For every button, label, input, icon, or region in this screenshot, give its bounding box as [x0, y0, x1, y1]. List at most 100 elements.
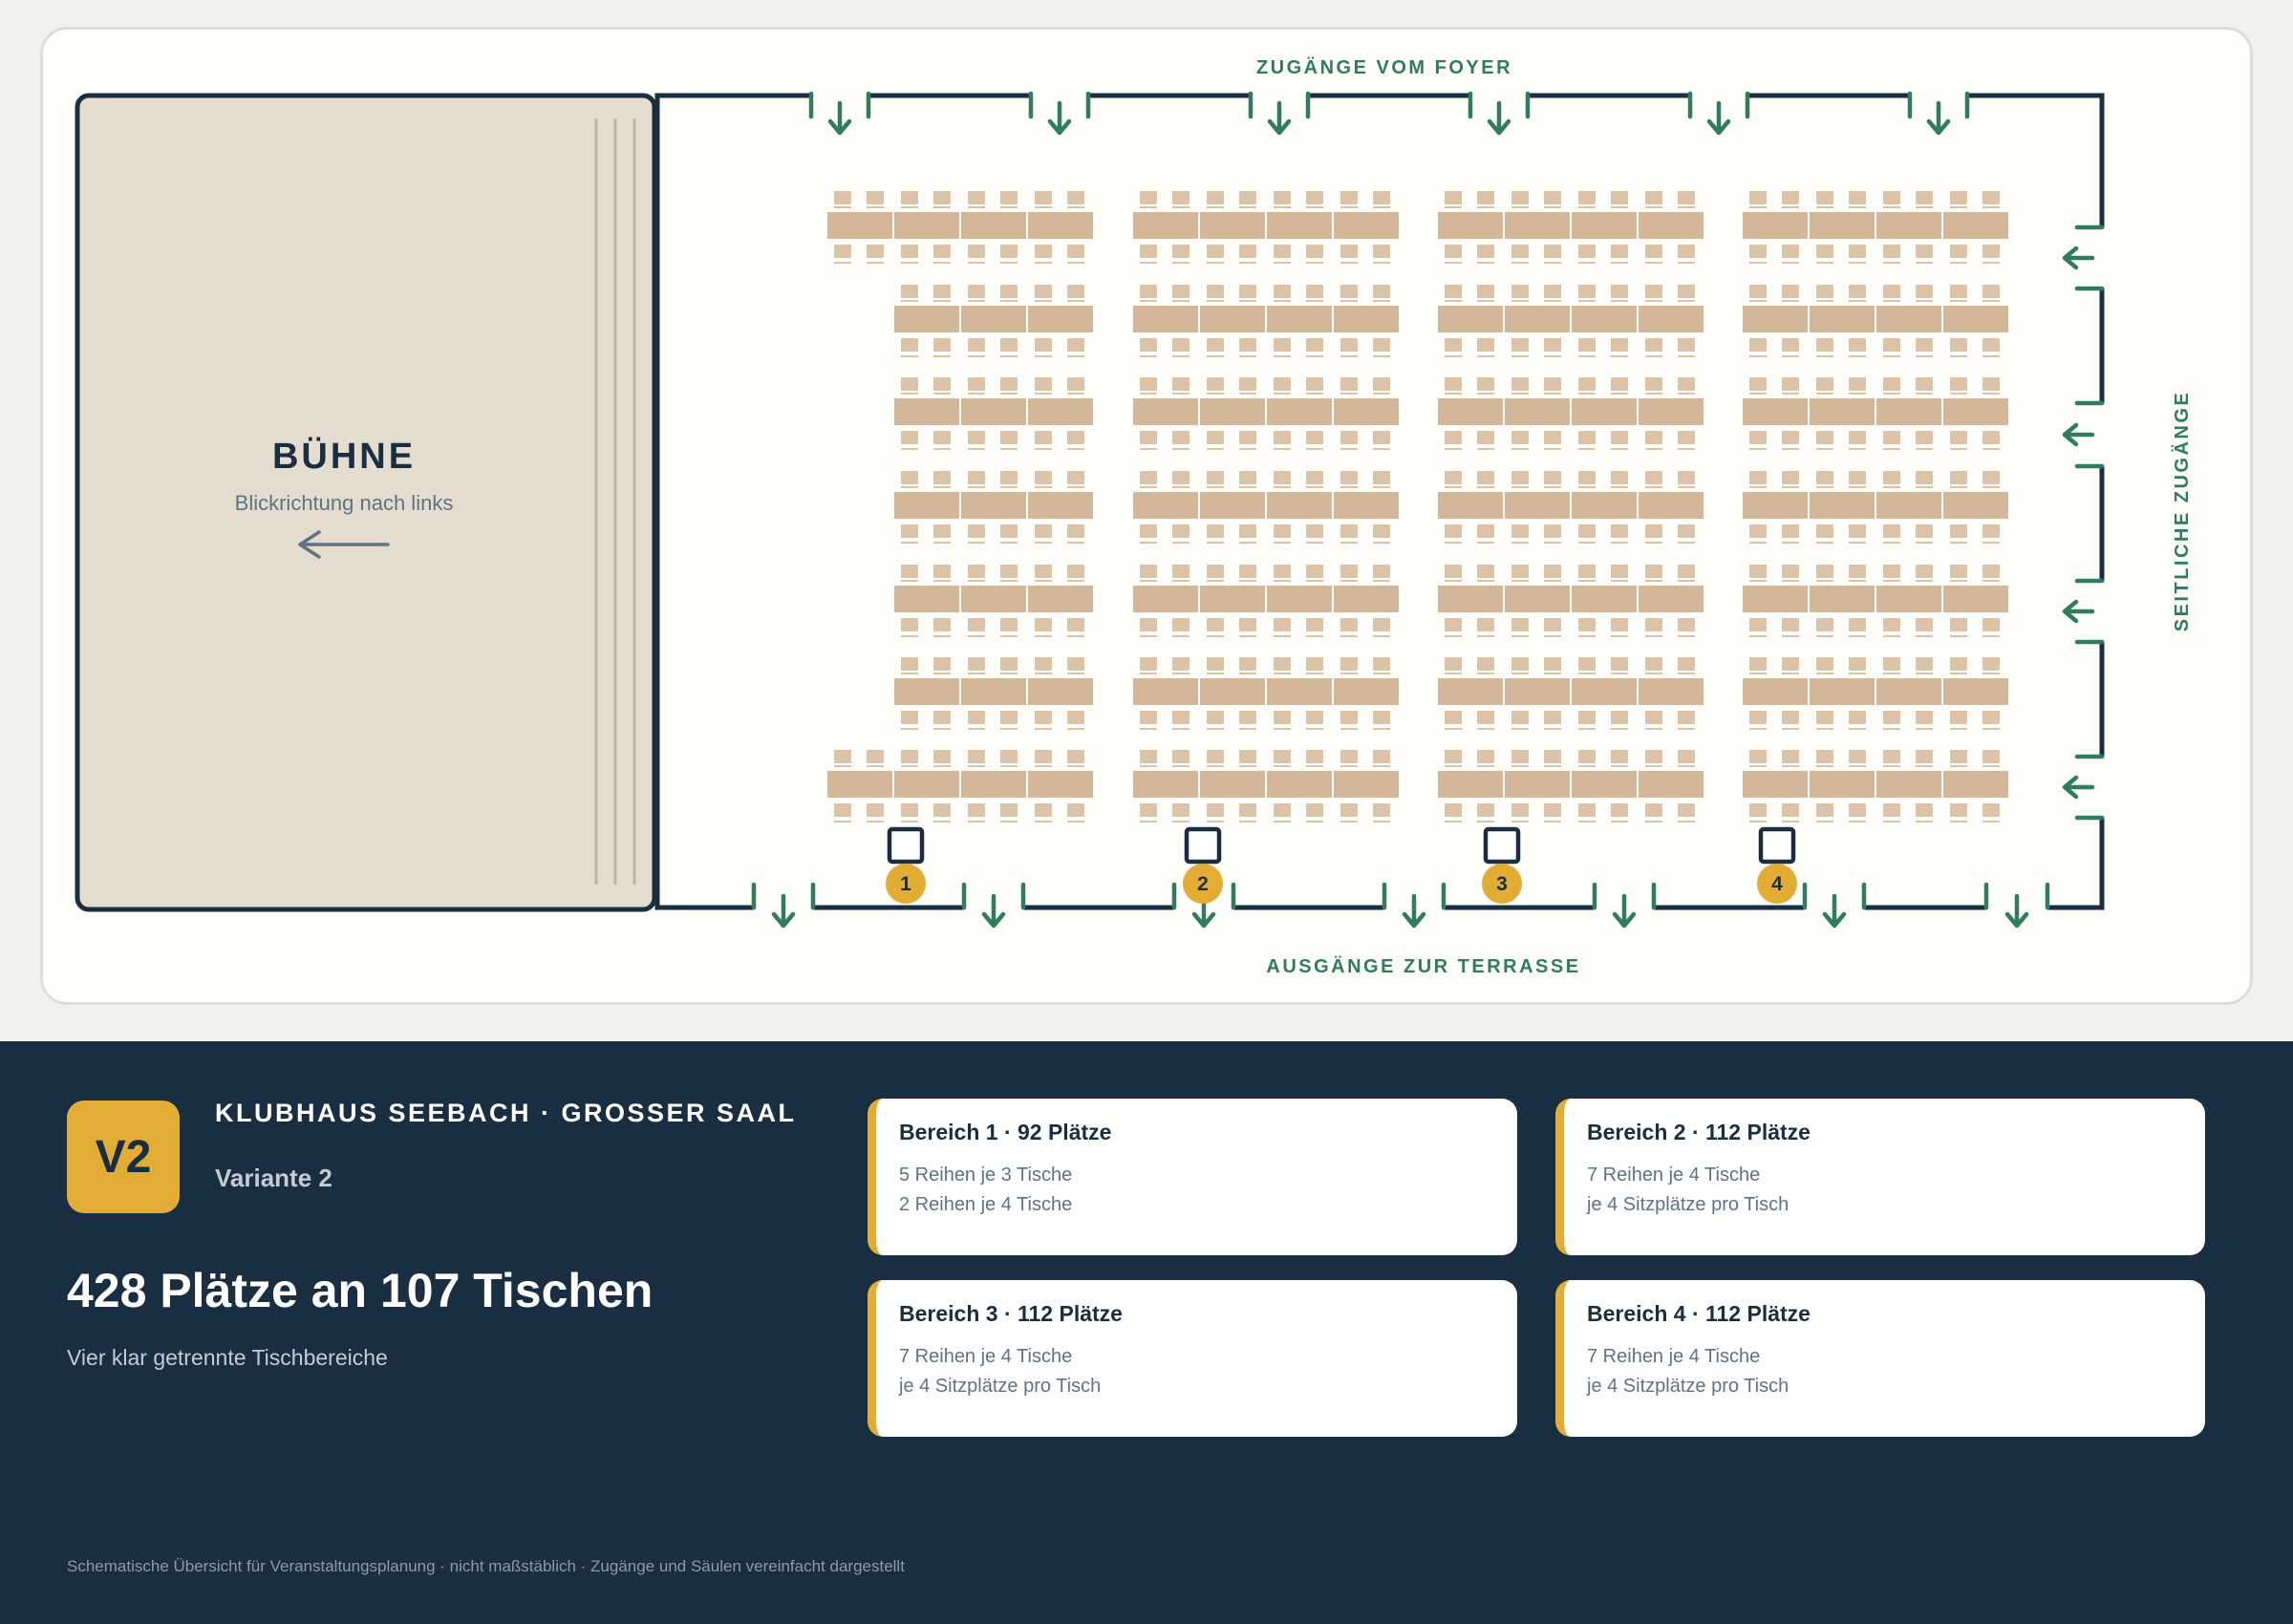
chair [1207, 803, 1224, 817]
chair [933, 431, 951, 444]
table [1639, 492, 1704, 519]
chair [1373, 524, 1390, 538]
chair-back [1916, 821, 1933, 823]
chair [1477, 565, 1494, 578]
table [894, 678, 959, 705]
chair [1645, 285, 1662, 298]
chair-back [1782, 355, 1799, 357]
chair-back [933, 262, 951, 264]
table [1572, 398, 1637, 425]
chair [901, 471, 918, 484]
chair-back [1645, 355, 1662, 357]
table [1200, 212, 1265, 239]
chair [1749, 618, 1767, 631]
table [1438, 586, 1503, 612]
chair [1239, 191, 1256, 204]
chair [1340, 377, 1358, 391]
arrow-left-icon [2062, 599, 2095, 624]
chair [901, 245, 918, 258]
chair [1950, 618, 1967, 631]
chair [834, 245, 851, 258]
capacity-subline: Vier klar getrennte Tischbereiche [67, 1345, 388, 1370]
table [1743, 678, 1808, 705]
chair [1883, 431, 1900, 444]
chair [1373, 565, 1390, 578]
chair-back [933, 580, 951, 582]
chair [1140, 618, 1157, 631]
chair-back [1782, 673, 1799, 674]
table-row [1438, 750, 1704, 823]
chair-back [1849, 206, 1866, 208]
chair-back [1239, 206, 1256, 208]
chair-back [1611, 355, 1628, 357]
chair [1782, 565, 1799, 578]
chair [1172, 524, 1189, 538]
chair-back [1172, 580, 1189, 582]
chair-back [1816, 486, 1833, 488]
chair [1000, 431, 1018, 444]
chair-back [1207, 821, 1224, 823]
chair-back [1611, 765, 1628, 767]
chair [1749, 377, 1767, 391]
chair [1340, 803, 1358, 817]
marker-number: 4 [1771, 873, 1783, 895]
chair [1544, 750, 1561, 763]
chair [1511, 711, 1529, 724]
chair-back [1274, 580, 1291, 582]
chair [1749, 245, 1767, 258]
chair [1749, 338, 1767, 352]
marker-number: 1 [900, 873, 911, 895]
chair [1207, 565, 1224, 578]
chair [1883, 377, 1900, 391]
chair [1306, 524, 1323, 538]
chair-back [1916, 765, 1933, 767]
chair-back [1140, 355, 1157, 357]
floorplan: BÜHNE Blickrichtung nach links 1 2 3 4 ZUGÄ… [75, 56, 2193, 977]
table [1505, 771, 1570, 798]
chair-back [1849, 821, 1866, 823]
chair [1207, 471, 1224, 484]
chair [1544, 377, 1561, 391]
chair [1306, 711, 1323, 724]
chair-back [1611, 580, 1628, 582]
chair-back [1916, 635, 1933, 637]
chair [1950, 245, 1967, 258]
chair [1140, 471, 1157, 484]
table [1267, 212, 1332, 239]
chair [1000, 338, 1018, 352]
chair-back [1645, 765, 1662, 767]
table [1133, 212, 1198, 239]
chair-back [1611, 300, 1628, 302]
area-card-title: Bereich 3 · 112 Plätze [899, 1301, 1123, 1326]
chair-back [1645, 206, 1662, 208]
chair [1816, 750, 1833, 763]
chair-back [1477, 300, 1494, 302]
chair-back [1544, 728, 1561, 730]
chair-back [1883, 635, 1900, 637]
table [961, 306, 1026, 332]
chair-back [1645, 635, 1662, 637]
table [1639, 306, 1704, 332]
chair-back [1067, 486, 1084, 488]
chair-back [1274, 673, 1291, 674]
chair [1782, 245, 1799, 258]
chair-back [1477, 262, 1494, 264]
chair-back [968, 580, 985, 582]
chair [1000, 565, 1018, 578]
table [1334, 306, 1399, 332]
chair-back [1172, 673, 1189, 674]
table [1200, 398, 1265, 425]
chair-back [1544, 673, 1561, 674]
chair [901, 285, 918, 298]
chair-back [901, 542, 918, 544]
chair [968, 245, 985, 258]
chair [1000, 618, 1018, 631]
chair [1544, 524, 1561, 538]
chair [1306, 803, 1323, 817]
table-row [1743, 471, 2008, 544]
chair-back [1207, 262, 1224, 264]
chair-back [1140, 300, 1157, 302]
chair [901, 338, 918, 352]
chair [1445, 618, 1462, 631]
chair [1207, 750, 1224, 763]
